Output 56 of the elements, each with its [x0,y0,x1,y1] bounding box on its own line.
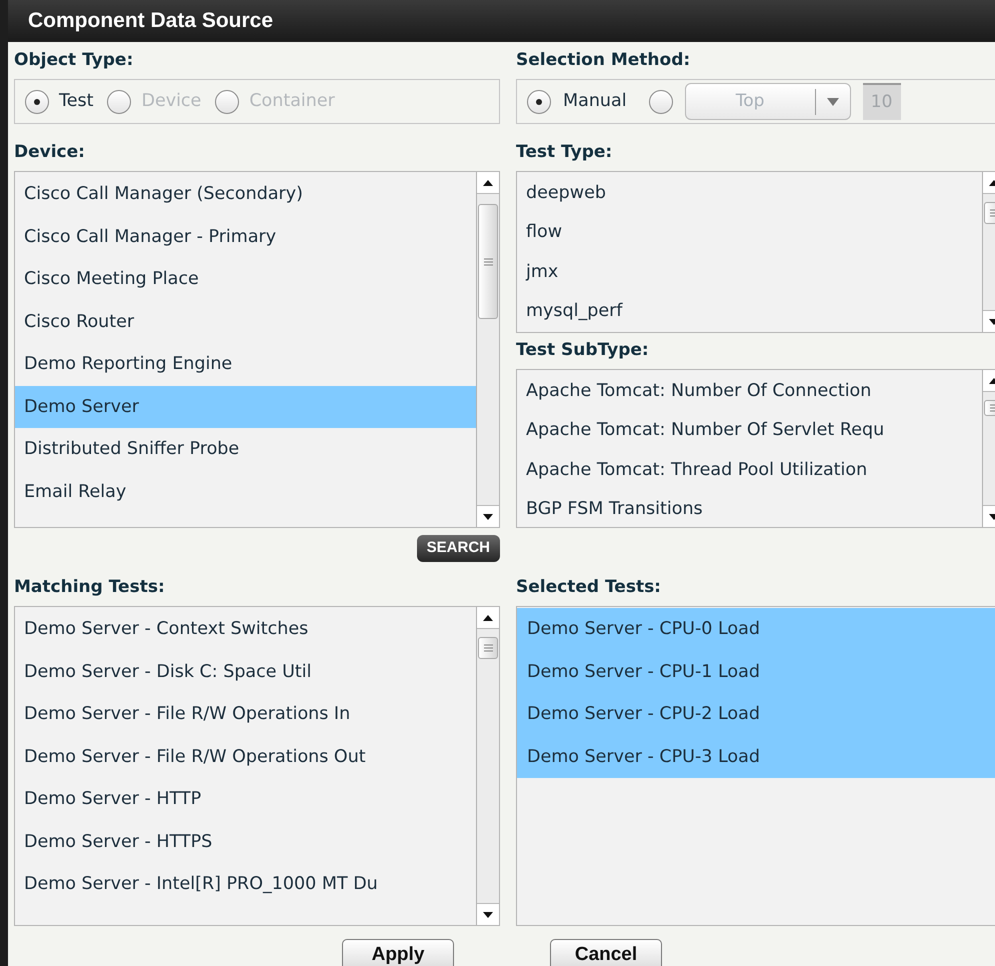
list-item[interactable]: Demo Server - Disk C: Space Util [15,650,476,693]
list-item[interactable]: Apache Tomcat: Thread Pool Utilization [517,450,982,490]
list-item[interactable]: Demo Server - CPU-0 Load [517,608,995,650]
list-item[interactable]: Email Relay [15,470,476,513]
scroll-up-icon[interactable] [477,172,499,194]
list-item[interactable]: deepweb [517,173,982,212]
cancel-button[interactable]: Cancel [550,939,662,966]
scroll-down-icon[interactable] [477,505,499,527]
list-item[interactable]: Cisco Call Manager (Secondary) [15,173,476,216]
scroll-down-icon[interactable] [477,903,499,925]
scroll-thumb[interactable] [478,637,498,659]
scrollbar[interactable] [476,607,499,925]
list-item[interactable]: Demo Reporting Engine [15,343,476,386]
radio-label: Test [59,90,94,114]
list-item[interactable]: BGP FSM Transitions [517,490,982,527]
scrollbar[interactable] [476,172,499,527]
grip-icon [484,258,492,266]
list-item[interactable]: Cisco Meeting Place [15,258,476,300]
list-item[interactable]: Demo Server [15,386,476,428]
list-item[interactable]: Demo Server - HTTP [15,778,476,820]
section-label: Test SubType: [516,339,650,362]
list-item[interactable]: Demo Server - CPU-3 Load [517,736,995,778]
section-label: Object Type: [14,49,134,72]
list-item[interactable]: Demo Server - Intel[R] PRO_1000 MT Du [15,863,476,906]
list-item[interactable]: jmx [517,252,982,292]
apply-button[interactable]: Apply [342,939,454,966]
scroll-thumb[interactable] [478,204,498,319]
caret-icon [826,98,839,106]
section-label: Selected Tests: [516,576,662,600]
radio-button[interactable] [648,90,673,114]
scroll-up-icon[interactable] [477,607,499,629]
section-label: Selection Method: [516,49,692,72]
list-item[interactable]: mysql_perf [517,292,982,331]
radio-button[interactable] [527,90,551,114]
window-title: Component Data Source [8,0,995,42]
list-item[interactable]: Demo Server - CPU-1 Load [517,650,995,693]
section-label: Test Type: [516,141,614,164]
radio-label: Manual [563,90,627,114]
list-item[interactable]: flow [517,212,982,252]
list-item[interactable]: Demo Server - HTTPS [15,820,476,863]
search-button[interactable]: SEARCH [416,535,500,562]
section-label: Matching Tests: [14,576,166,600]
list-item[interactable]: Apache Tomcat: Number Of Connection [517,371,982,410]
grip-icon [484,644,492,652]
radio-label: Container [249,90,335,114]
section-label: Device: [14,141,86,164]
list-item[interactable]: Demo Server - File R/W Operations Out [15,736,476,778]
list-item[interactable]: Cisco Call Manager - Primary [15,216,476,258]
list-item[interactable]: Distributed Sniffer Probe [15,428,476,470]
list-item[interactable]: Demo Server - CPU-2 Load [517,693,995,736]
radio-label: Device [141,90,202,114]
list-item[interactable]: Demo Server - Context Switches [15,608,476,650]
radio-button[interactable] [25,90,49,114]
list-item[interactable]: Apache Tomcat: Number Of Servlet Requ [517,410,982,450]
list-item[interactable]: Demo Server - File R/W Operations In [15,693,476,736]
list-item[interactable]: Cisco Router [15,300,476,343]
